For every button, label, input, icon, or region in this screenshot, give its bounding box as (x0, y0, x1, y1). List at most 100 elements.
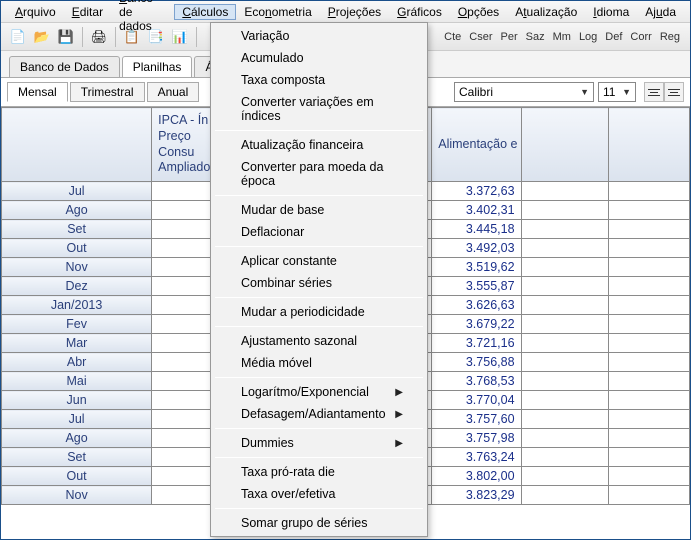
cell[interactable] (152, 467, 215, 486)
toolbar-def[interactable]: Def (601, 31, 626, 43)
cell[interactable] (608, 296, 689, 315)
cell-value[interactable]: 3.555,87 (432, 277, 521, 296)
menu-item-aplicar-constante[interactable]: Aplicar constante (213, 250, 425, 272)
row-header[interactable]: Ago (2, 429, 152, 448)
menu-item-m-dia-m-vel[interactable]: Média móvel (213, 352, 425, 374)
cell[interactable] (152, 429, 215, 448)
menu-item-taxa-over-efetiva[interactable]: Taxa over/efetiva (213, 483, 425, 505)
grid-corner[interactable] (2, 108, 152, 182)
menu-item-converter-varia-es-em-ndices[interactable]: Converter variações em índices (213, 91, 425, 127)
menu-item-mudar-a-periodicidade[interactable]: Mudar a periodicidade (213, 301, 425, 323)
cell[interactable] (608, 448, 689, 467)
row-header[interactable]: Abr (2, 353, 152, 372)
cell-value[interactable]: 3.679,22 (432, 315, 521, 334)
cell[interactable] (608, 220, 689, 239)
row-header[interactable]: Set (2, 220, 152, 239)
menu-item-combinar-s-ries[interactable]: Combinar séries (213, 272, 425, 294)
cell[interactable] (152, 258, 215, 277)
cell[interactable] (521, 391, 608, 410)
cell[interactable] (152, 372, 215, 391)
menu-item-taxa-pr-rata-die[interactable]: Taxa pró-rata die (213, 461, 425, 483)
toolbar-saz[interactable]: Saz (522, 31, 549, 43)
view-tab-planilhas[interactable]: Planilhas (122, 56, 193, 77)
cell-value[interactable]: 3.768,53 (432, 372, 521, 391)
cell-value[interactable]: 3.756,88 (432, 353, 521, 372)
cell-value[interactable]: 3.372,63 (432, 182, 521, 201)
menu-projeções[interactable]: Projeções (320, 4, 389, 20)
menu-item-defasagem-adiantamento[interactable]: Defasagem/Adiantamento▶ (213, 403, 425, 425)
menu-arquivo[interactable]: Arquivo (7, 4, 64, 20)
row-header[interactable]: Set (2, 448, 152, 467)
cell[interactable] (608, 391, 689, 410)
menu-item-dummies[interactable]: Dummies▶ (213, 432, 425, 454)
cell[interactable] (608, 467, 689, 486)
column-header-empty[interactable] (608, 108, 689, 182)
toolbar-cser[interactable]: Cser (465, 31, 496, 43)
menu-item-acumulado[interactable]: Acumulado (213, 47, 425, 69)
view-tab-banco-de-dados[interactable]: Banco de Dados (9, 56, 120, 77)
column-header-empty[interactable] (521, 108, 608, 182)
menu-item-atualiza-o-financeira[interactable]: Atualização financeira (213, 134, 425, 156)
cell[interactable] (608, 315, 689, 334)
row-header[interactable]: Jul (2, 182, 152, 201)
menu-idioma[interactable]: Idioma (585, 4, 637, 20)
cell[interactable] (152, 334, 215, 353)
period-tab-trimestral[interactable]: Trimestral (70, 82, 145, 102)
column-header-alimentacao[interactable]: Alimentação e Bebidas (Dez/93=100) (432, 108, 521, 182)
cell-value[interactable]: 3.721,16 (432, 334, 521, 353)
toolbar-per[interactable]: Per (497, 31, 522, 43)
font-size-select[interactable]: 11 ▼ (598, 82, 636, 102)
cell[interactable] (608, 486, 689, 505)
cell[interactable] (608, 201, 689, 220)
cell[interactable] (521, 258, 608, 277)
cell[interactable] (521, 372, 608, 391)
cell[interactable] (521, 448, 608, 467)
cell[interactable] (521, 315, 608, 334)
cell[interactable] (152, 277, 215, 296)
cell[interactable] (521, 467, 608, 486)
cell-value[interactable]: 3.757,98 (432, 429, 521, 448)
row-header[interactable]: Fev (2, 315, 152, 334)
cell[interactable] (521, 182, 608, 201)
cell[interactable] (152, 391, 215, 410)
row-header[interactable]: Mar (2, 334, 152, 353)
menu-gráficos[interactable]: Gráficos (389, 4, 450, 20)
toolbar-log[interactable]: Log (575, 31, 601, 43)
cell-value[interactable]: 3.802,00 (432, 467, 521, 486)
cell[interactable] (521, 296, 608, 315)
row-header[interactable]: Dez (2, 277, 152, 296)
cell[interactable] (521, 201, 608, 220)
menu-item-ajustamento-sazonal[interactable]: Ajustamento sazonal (213, 330, 425, 352)
menu-cálculos[interactable]: Cálculos (174, 4, 236, 20)
cell-value[interactable]: 3.823,29 (432, 486, 521, 505)
cell-value[interactable]: 3.757,60 (432, 410, 521, 429)
menu-banco-de-dados[interactable]: Banco de dados (111, 0, 174, 34)
row-header[interactable]: Jan/2013 (2, 296, 152, 315)
cell[interactable] (521, 239, 608, 258)
cell[interactable] (152, 448, 215, 467)
cell[interactable] (608, 410, 689, 429)
toolbar-corr[interactable]: Corr (626, 31, 655, 43)
row-header[interactable]: Out (2, 239, 152, 258)
cell[interactable] (152, 220, 215, 239)
font-family-select[interactable]: Calibri ▼ (454, 82, 594, 102)
cell[interactable] (521, 410, 608, 429)
cell[interactable] (521, 353, 608, 372)
cell-value[interactable]: 3.519,62 (432, 258, 521, 277)
cell[interactable] (608, 334, 689, 353)
cell[interactable] (608, 239, 689, 258)
cell[interactable] (608, 182, 689, 201)
cell[interactable] (521, 486, 608, 505)
save-icon[interactable]: 💾 (55, 26, 77, 48)
menu-item-mudar-de-base[interactable]: Mudar de base (213, 199, 425, 221)
cell-value[interactable]: 3.492,03 (432, 239, 521, 258)
cell[interactable] (521, 277, 608, 296)
cell[interactable] (152, 239, 215, 258)
column-header-ipca[interactable]: IPCA - Ín Preço Consu Ampliado ( (152, 108, 215, 182)
menu-econometria[interactable]: Econometria (236, 4, 319, 20)
menu-editar[interactable]: Editar (64, 4, 111, 20)
cell[interactable] (608, 277, 689, 296)
period-tab-mensal[interactable]: Mensal (7, 82, 68, 102)
toolbar-cte[interactable]: Cte (440, 31, 465, 43)
menu-item-logar-tmo-exponencial[interactable]: Logarítmo/Exponencial▶ (213, 381, 425, 403)
